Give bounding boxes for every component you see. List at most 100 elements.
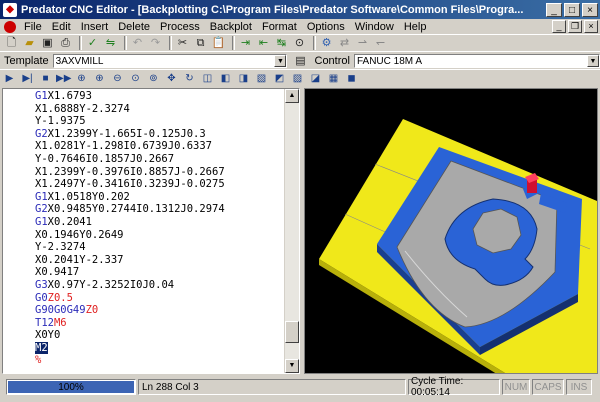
- copy-icon[interactable]: ⧉: [193, 36, 208, 50]
- chevron-down-icon[interactable]: ▼: [274, 55, 287, 67]
- receive-icon[interactable]: ↽: [373, 36, 388, 50]
- code-line[interactable]: X0.1946Y0.2649: [35, 229, 225, 242]
- code-line[interactable]: X0Y0: [35, 329, 225, 342]
- zoom-all-icon[interactable]: ⊚: [146, 72, 161, 86]
- code-line[interactable]: G3X0.97Y-2.3252I0J0.04: [35, 279, 225, 292]
- wire-view-icon[interactable]: ▦: [326, 72, 341, 86]
- view-cube-side-icon[interactable]: ▧: [254, 72, 269, 86]
- cut-icon[interactable]: ✂: [175, 36, 190, 50]
- undo-icon[interactable]: ↶: [130, 36, 145, 50]
- code-line[interactable]: M2: [35, 341, 225, 355]
- backplot-3d-view[interactable]: [304, 88, 598, 374]
- insert-mode-indicator: INS: [566, 379, 592, 395]
- stop-icon[interactable]: ■: [38, 72, 53, 86]
- code-line[interactable]: G2X1.2399Y-1.665I-0.125J0.3: [35, 128, 225, 141]
- control-value: FANUC 18M A: [356, 55, 422, 67]
- code-line[interactable]: X0.9417: [35, 266, 225, 279]
- menu-process[interactable]: Process: [156, 21, 206, 33]
- play-icon[interactable]: ▶: [2, 72, 17, 86]
- menu-edit[interactable]: Edit: [48, 21, 77, 33]
- solid-view-icon[interactable]: ◪: [308, 72, 323, 86]
- menu-delete[interactable]: Delete: [114, 21, 156, 33]
- code-line[interactable]: G1X1.6793: [35, 90, 225, 103]
- code-line[interactable]: G1X0.2041: [35, 216, 225, 229]
- view-cube-iso-icon[interactable]: ◫: [200, 72, 215, 86]
- scroll-thumb[interactable]: [285, 321, 299, 343]
- verify-icon[interactable]: ⇋: [103, 36, 118, 50]
- menu-options[interactable]: Options: [303, 21, 351, 33]
- editor-scrollbar[interactable]: ▲ ▼: [284, 89, 299, 373]
- insert-block-icon[interactable]: ⇥: [238, 36, 253, 50]
- menu-backplot[interactable]: Backplot: [206, 21, 258, 33]
- code-line[interactable]: X1.0281Y-1.298I0.6739J0.6337: [35, 140, 225, 153]
- renumber-icon[interactable]: ⇤: [256, 36, 271, 50]
- control-select[interactable]: FANUC 18M A ▼: [353, 54, 600, 68]
- menu-file[interactable]: File: [20, 21, 48, 33]
- minimize-button[interactable]: _: [546, 2, 562, 17]
- paste-icon[interactable]: 📋: [211, 36, 226, 50]
- zoom-out-icon[interactable]: ⊖: [110, 72, 125, 86]
- binoculars-icon[interactable]: ⊙: [292, 36, 307, 50]
- menu-format[interactable]: Format: [258, 21, 303, 33]
- fast-forward-icon[interactable]: ▶▶: [56, 72, 71, 86]
- view-cube-front-icon[interactable]: ◨: [236, 72, 251, 86]
- code-token: X0.9417: [35, 266, 80, 279]
- code-token: %: [35, 354, 42, 367]
- code-line[interactable]: G2X0.9485Y0.2744I0.1312J0.2974: [35, 203, 225, 216]
- step-forward-icon[interactable]: ▶|: [20, 72, 35, 86]
- zoom-window-icon[interactable]: ⊕: [74, 72, 89, 86]
- print-icon[interactable]: ⎙: [58, 36, 73, 50]
- scroll-up-button[interactable]: ▲: [285, 89, 299, 103]
- redo-icon[interactable]: ↷: [148, 36, 163, 50]
- close-button[interactable]: ×: [582, 2, 598, 17]
- transfer-icon[interactable]: ⇄: [337, 36, 352, 50]
- menu-help[interactable]: Help: [400, 21, 433, 33]
- view-cube-top-icon[interactable]: ◧: [218, 72, 233, 86]
- code-line[interactable]: X1.2399Y-0.3976I0.8857J-0.2667: [35, 166, 225, 179]
- maximize-button[interactable]: □: [564, 2, 580, 17]
- code-line[interactable]: Y-2.3274: [35, 241, 225, 254]
- mdi-close-button[interactable]: ×: [584, 20, 598, 33]
- code-editor[interactable]: G1X1.6793 X1.6888Y-2.3274 Y-1.9375 G2X1.239…: [2, 88, 300, 374]
- number-icon[interactable]: ↹: [274, 36, 289, 50]
- chevron-down-icon[interactable]: ▼: [587, 55, 599, 67]
- code-line[interactable]: X1.2497Y-0.3416I0.3239J-0.0275: [35, 178, 225, 191]
- machine-icon[interactable]: ⚙: [319, 36, 334, 50]
- menu-insert[interactable]: Insert: [77, 21, 115, 33]
- toolbar-separator: [124, 36, 127, 50]
- code-line[interactable]: Y-0.7646I0.1857J0.2667: [35, 153, 225, 166]
- view-cube-back-icon[interactable]: ◩: [272, 72, 287, 86]
- code-line[interactable]: X0.2041Y-2.337: [35, 254, 225, 267]
- save-icon[interactable]: ▣: [40, 36, 55, 50]
- code-line[interactable]: X1.6888Y-2.3274: [35, 103, 225, 116]
- code-line[interactable]: G0Z0.5: [35, 292, 225, 305]
- shaded-view-icon[interactable]: ◼: [344, 72, 359, 86]
- open-folder-icon[interactable]: ▰: [22, 36, 37, 50]
- view-cube-bottom-icon[interactable]: ▨: [290, 72, 305, 86]
- control-label: Control: [314, 55, 350, 67]
- template-action-icon[interactable]: ▤: [293, 54, 307, 68]
- code-line[interactable]: G90G0G49Z0: [35, 304, 225, 317]
- menu-window[interactable]: Window: [351, 21, 400, 33]
- template-select[interactable]: 3AXVMILL ▼: [52, 54, 288, 68]
- code-token: X1.2399Y-0.3976I0.8857J-0.2667: [35, 165, 225, 178]
- code-token: X0.2041: [47, 215, 92, 228]
- code-line[interactable]: %: [35, 354, 225, 367]
- send-icon[interactable]: ⇀: [355, 36, 370, 50]
- progress-label: 100%: [58, 381, 84, 393]
- code-line[interactable]: Y-1.9375: [35, 115, 225, 128]
- rotate-icon[interactable]: ↻: [182, 72, 197, 86]
- document-menu-icon[interactable]: [4, 20, 16, 33]
- pan-icon[interactable]: ✥: [164, 72, 179, 86]
- scroll-down-button[interactable]: ▼: [285, 359, 299, 373]
- zoom-in-icon[interactable]: ⊕: [92, 72, 107, 86]
- code-line[interactable]: T12M6: [35, 317, 225, 330]
- check-icon[interactable]: ✓: [85, 36, 100, 50]
- code-token: X0.2041Y-2.337: [35, 253, 124, 266]
- status-bar: 100% Ln 288 Col 3 Cycle Time: 00:05:14 N…: [0, 376, 600, 398]
- new-file-icon[interactable]: 🗋: [4, 36, 19, 50]
- mdi-restore-button[interactable]: ❐: [568, 20, 582, 33]
- code-line[interactable]: G1X1.0518Y0.202: [35, 191, 225, 204]
- zoom-fit-icon[interactable]: ⊙: [128, 72, 143, 86]
- mdi-minimize-button[interactable]: _: [552, 20, 566, 33]
